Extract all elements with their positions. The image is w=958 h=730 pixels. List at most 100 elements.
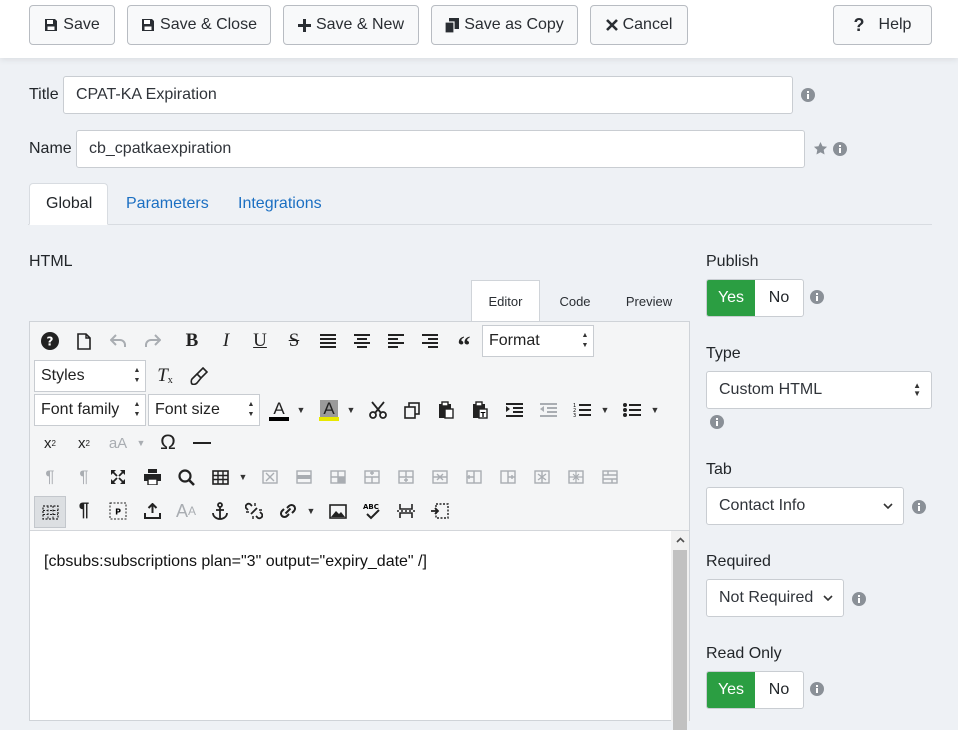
horizontal-rule-icon[interactable]	[188, 429, 216, 457]
unlink-icon[interactable]	[240, 497, 268, 525]
publish-toggle: Yes No	[706, 279, 804, 317]
help-icon[interactable]: ?	[36, 327, 64, 355]
save-button[interactable]: Save	[29, 5, 115, 45]
save-close-button[interactable]: Save & Close	[127, 5, 271, 45]
delete-row-icon[interactable]	[426, 463, 454, 491]
chevron-down-icon[interactable]: ▼	[306, 497, 316, 525]
html-editor: ? B I U S “ Format ▲ ▼ Styles ▲ ▼ T x Fo…	[29, 321, 690, 730]
styles-select[interactable]: Styles ▲ ▼	[34, 360, 146, 392]
upload-icon[interactable]	[138, 497, 166, 525]
visual-aid-icon[interactable]	[34, 496, 66, 528]
chevron-down-icon[interactable]: ▼	[600, 396, 610, 424]
indent-icon[interactable]	[500, 396, 528, 424]
paste-icon[interactable]	[432, 396, 460, 424]
special-character-icon[interactable]: Ω	[154, 429, 182, 457]
align-center-icon[interactable]	[348, 327, 376, 355]
format-select[interactable]: Format ▲ ▼	[482, 325, 594, 357]
cut-icon[interactable]	[364, 396, 392, 424]
print-icon[interactable]	[138, 463, 166, 491]
table-row-props-icon[interactable]	[290, 463, 318, 491]
delete-col-icon[interactable]	[528, 463, 556, 491]
copy-icon[interactable]	[398, 396, 426, 424]
font-size-select[interactable]: Font size ▲ ▼	[148, 394, 260, 426]
show-blocks-icon[interactable]: ¶	[70, 497, 98, 525]
background-color-icon[interactable]: A	[315, 396, 343, 424]
chevron-down-icon[interactable]: ▼	[346, 396, 356, 424]
chevron-down-icon[interactable]: ▼	[238, 463, 248, 491]
template-icon[interactable]	[426, 497, 454, 525]
save-new-button[interactable]: Save & New	[283, 5, 419, 45]
font-size-change-icon[interactable]: aA	[104, 429, 132, 457]
required-select[interactable]: Not Required	[706, 579, 844, 617]
tab-parameters[interactable]: Parameters	[110, 183, 225, 225]
readonly-yes-button[interactable]: Yes	[707, 672, 755, 708]
chevron-down-icon[interactable]: ▼	[650, 396, 660, 424]
tab-select[interactable]: Contact Info	[706, 487, 904, 525]
delete-table-icon[interactable]	[256, 463, 284, 491]
required-label: Required	[706, 553, 771, 570]
paste-text-icon[interactable]: T	[466, 396, 494, 424]
insert-col-before-icon[interactable]	[460, 463, 488, 491]
table-cell-props-icon[interactable]	[324, 463, 352, 491]
outdent-icon[interactable]	[534, 396, 562, 424]
editor-tab-editor[interactable]: Editor	[471, 280, 540, 322]
blockquote-icon[interactable]: “	[450, 327, 478, 360]
image-icon[interactable]	[324, 497, 352, 525]
tab-integrations[interactable]: Integrations	[222, 183, 338, 225]
redo-icon[interactable]	[138, 327, 166, 355]
bullet-list-icon[interactable]	[618, 396, 646, 424]
editor-content[interactable]: [cbsubs:subscriptions plan="3" output="e…	[44, 553, 427, 571]
insert-row-before-icon[interactable]	[358, 463, 386, 491]
chevron-down-icon[interactable]: ▼	[296, 396, 306, 424]
clear-formatting-icon[interactable]: Tx	[151, 362, 179, 390]
publish-yes-button[interactable]: Yes	[707, 280, 755, 316]
publish-no-button[interactable]: No	[755, 280, 803, 316]
search-icon[interactable]	[172, 463, 200, 491]
ltr-icon[interactable]: ¶	[36, 463, 64, 491]
strikethrough-icon[interactable]: S	[280, 327, 308, 355]
close-icon	[605, 19, 618, 31]
link-icon[interactable]	[274, 497, 302, 525]
text-color-icon[interactable]: A	[265, 396, 293, 424]
numbered-list-icon[interactable]: 123	[568, 396, 596, 424]
editor-tab-code[interactable]: Code	[546, 280, 604, 322]
bold-icon[interactable]: B	[178, 327, 206, 355]
format-painter-icon[interactable]	[185, 362, 213, 390]
save-as-copy-button[interactable]: Save as Copy	[431, 5, 578, 45]
scroll-thumb[interactable]	[673, 550, 687, 730]
editor-tab-preview[interactable]: Preview	[612, 280, 686, 322]
align-right-icon[interactable]	[416, 327, 444, 355]
title-input[interactable]: CPAT-KA Expiration	[63, 76, 793, 114]
page-break-icon[interactable]	[392, 497, 420, 525]
table-icon[interactable]	[206, 463, 234, 491]
fullscreen-icon[interactable]	[104, 463, 132, 491]
font-family-select[interactable]: Font family ▲ ▼	[34, 394, 146, 426]
editor-scrollbar[interactable]	[671, 531, 689, 730]
font-size-select-label: Font size	[155, 401, 220, 418]
superscript-icon[interactable]: x2	[70, 429, 98, 457]
cancel-button[interactable]: Cancel	[590, 5, 688, 45]
subscript-icon[interactable]: x2	[36, 429, 64, 457]
paragraph-block-icon[interactable]: P	[104, 497, 132, 525]
align-left-icon[interactable]	[382, 327, 410, 355]
name-input[interactable]: cb_cpatkaexpiration	[76, 130, 805, 168]
split-cells-icon[interactable]	[562, 463, 590, 491]
anchor-icon[interactable]	[206, 497, 234, 525]
new-document-icon[interactable]	[70, 327, 98, 355]
type-select[interactable]: Custom HTML ▲ ▼	[706, 371, 932, 409]
merge-cells-icon[interactable]	[596, 463, 624, 491]
underline-icon[interactable]: U	[246, 327, 274, 355]
insert-col-after-icon[interactable]	[494, 463, 522, 491]
insert-row-after-icon[interactable]	[392, 463, 420, 491]
undo-icon[interactable]	[104, 327, 132, 355]
readonly-no-button[interactable]: No	[755, 672, 803, 708]
tab-global[interactable]: Global	[29, 183, 108, 225]
chevron-down-icon[interactable]: ▼	[136, 429, 146, 457]
text-style-icon[interactable]: AA	[172, 497, 200, 525]
rtl-icon[interactable]: ¶	[70, 463, 98, 491]
align-justify-icon[interactable]	[314, 327, 342, 355]
spellcheck-icon[interactable]: ABC	[358, 497, 386, 525]
italic-icon[interactable]: I	[212, 327, 240, 355]
help-button[interactable]: ? Help	[833, 5, 932, 45]
chevron-up-icon[interactable]	[671, 531, 689, 549]
